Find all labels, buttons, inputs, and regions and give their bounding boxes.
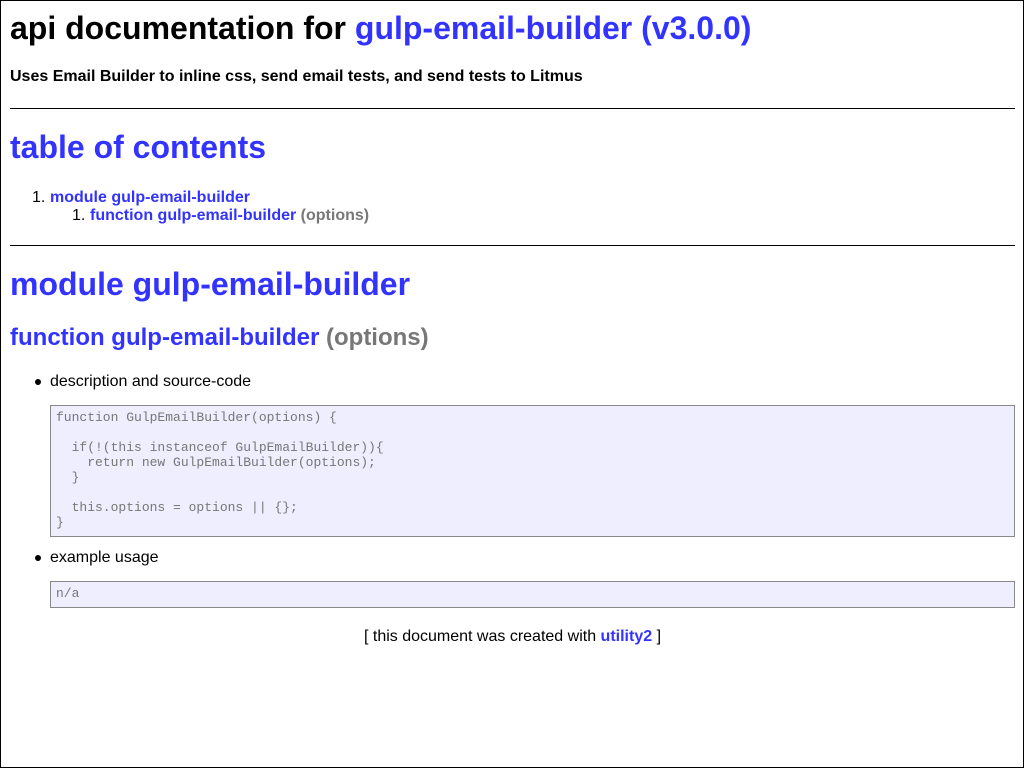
- example-code-block: n/a: [50, 581, 1015, 608]
- utility2-link[interactable]: utility2: [601, 628, 653, 645]
- toc-link-module[interactable]: module gulp-email-builder: [50, 189, 250, 206]
- module-link[interactable]: module gulp-email-builder: [10, 266, 410, 302]
- toc-function-params: (options): [300, 207, 370, 224]
- page-title: api documentation for gulp-email-builder…: [10, 10, 751, 47]
- toc-item-number: 1.: [32, 189, 46, 206]
- module-heading: module gulp-email-builder: [10, 266, 410, 303]
- example-usage-label: example usage: [35, 549, 159, 566]
- footer: [ this document was created with utility…: [10, 627, 1015, 646]
- function-heading: function gulp-email-builder (options): [10, 324, 429, 352]
- divider: [10, 108, 1015, 109]
- description-label: description and source-code: [34, 373, 252, 390]
- toc-link-function[interactable]: function gulp-email-builder: [90, 207, 296, 224]
- source-code-block: function GulpEmailBuilder(options) { if(…: [50, 405, 1015, 537]
- package-description: Uses Email Builder to inline css, send e…: [10, 68, 583, 85]
- title-prefix: api documentation for: [10, 10, 346, 46]
- toc-item-number: 1.: [72, 207, 86, 224]
- function-params: (options): [326, 324, 429, 351]
- package-link[interactable]: gulp-email-builder (v3.0.0): [355, 10, 752, 46]
- footer-suffix: ]: [656, 628, 662, 645]
- toc-heading: table of contents: [10, 129, 267, 165]
- divider: [10, 245, 1015, 246]
- toc-item-function: 1. function gulp-email-builder (options): [72, 206, 370, 225]
- footer-prefix: [ this document was created with: [363, 628, 597, 645]
- function-link[interactable]: function gulp-email-builder: [10, 324, 319, 351]
- toc-item-module: 1. module gulp-email-builder: [32, 188, 250, 207]
